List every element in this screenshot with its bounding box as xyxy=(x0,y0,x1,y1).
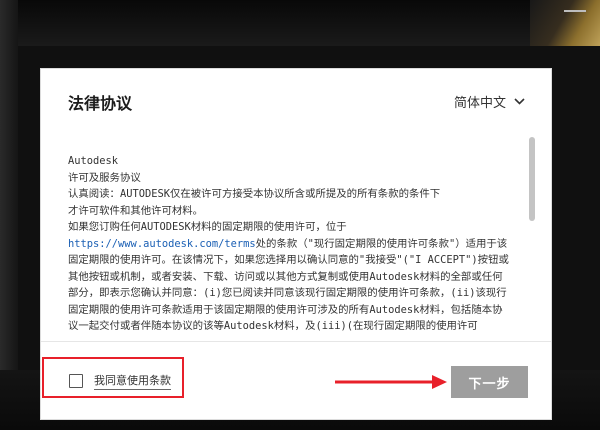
scrollbar-thumb[interactable] xyxy=(529,137,535,221)
language-selector[interactable]: 简体中文 xyxy=(454,92,525,111)
background-top-bar xyxy=(0,0,600,46)
annotation-highlight-box xyxy=(42,357,184,398)
chevron-down-icon xyxy=(514,98,525,105)
scrollbar[interactable] xyxy=(528,129,536,405)
agreement-line-5: 如果您订购任何AUTODESK材料的固定期限的使用许可，位于 xyxy=(68,221,347,233)
language-selected: 简体中文 xyxy=(453,96,506,111)
next-button[interactable]: 下一步 xyxy=(451,366,528,398)
background-left-stripe xyxy=(0,0,18,430)
dialog-title: 法律协议 xyxy=(68,94,133,113)
minimize-icon[interactable] xyxy=(564,10,586,12)
agreement-line-4: 才许可软件和其他许可材料。 xyxy=(68,204,204,217)
agreement-body: 处的条款（"现行固定期限的使用许可条款"）适用于该固定期限的使用许可。在该情况下… xyxy=(68,237,509,333)
agreement-line-2: 许可及服务协议 xyxy=(68,171,141,184)
agreement-line-1: Autodesk xyxy=(68,155,119,167)
background-gold-accent xyxy=(530,0,600,46)
agreement-text: Autodesk 许可及服务协议 认真阅读：AUTODESK仅在被许可方接受本协… xyxy=(68,153,510,335)
agreement-line-3: 认真阅读：AUTODESK仅在被许可方接受本协议所含或所提及的所有条款的条件下 xyxy=(68,188,441,200)
footer-divider xyxy=(41,341,551,342)
terms-link[interactable]: https://www.autodesk.com/terms xyxy=(68,238,256,250)
